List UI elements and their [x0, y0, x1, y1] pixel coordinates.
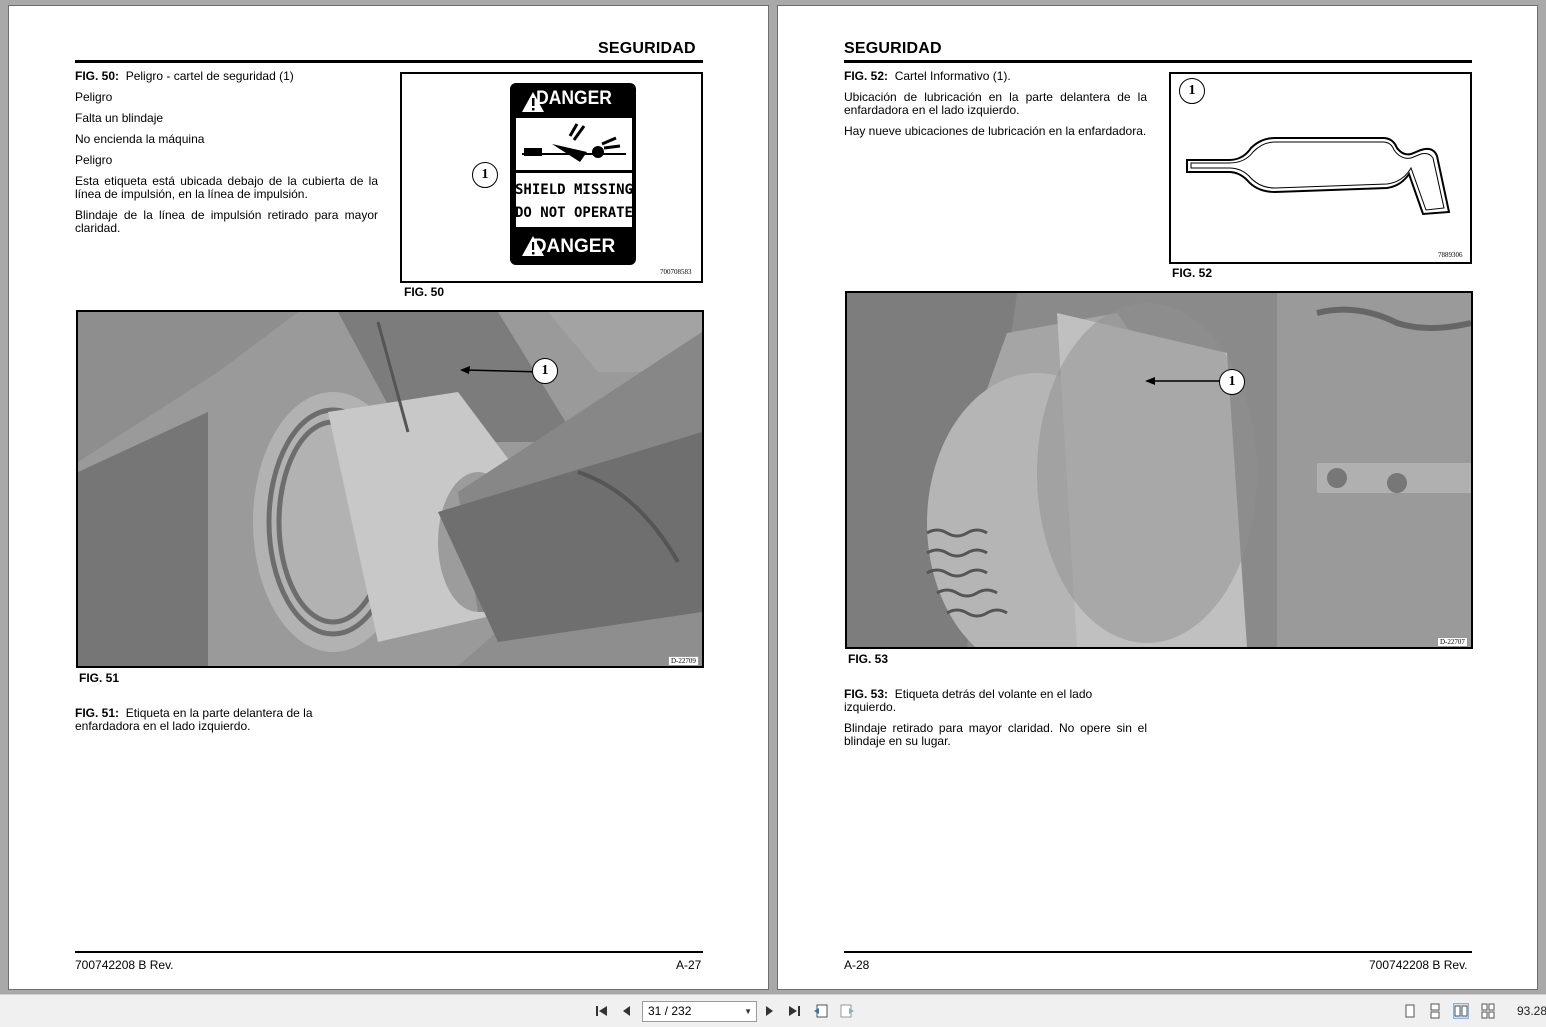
- fig51-ref: FIG. 51:: [75, 706, 120, 720]
- first-page-icon[interactable]: [593, 1002, 611, 1020]
- page-indicator: 31 / 232: [648, 1004, 692, 1018]
- page-number-select[interactable]: 31 / 232 ▼: [642, 1001, 757, 1022]
- fig52-title: Cartel Informativo (1).: [894, 69, 1011, 83]
- figure-code: 7889306: [1438, 251, 1463, 259]
- fig53-photo: 1 D-22707: [845, 291, 1473, 649]
- viewer-toolbar: 31 / 232 ▼ 93.28: [0, 994, 1546, 1027]
- sign-line1: SHIELD MISSING: [515, 182, 633, 198]
- last-page-icon[interactable]: [785, 1002, 803, 1020]
- pdf-page-right: SEGURIDAD FIG. 52: Cartel Informativo (1…: [777, 5, 1538, 990]
- header-rule: [844, 60, 1472, 63]
- fig50-ref: FIG. 50:: [75, 69, 120, 83]
- callout-1: 1: [1219, 369, 1245, 395]
- text-line: No encienda la máquina: [75, 132, 205, 146]
- footer-rule: [844, 951, 1472, 953]
- next-page-icon[interactable]: [760, 1002, 778, 1020]
- page-header: SEGURIDAD: [844, 40, 942, 57]
- text-line: Falta un blindaje: [75, 111, 164, 125]
- fig53-text-block: FIG. 53: Etiqueta detrás del volante en …: [844, 688, 1147, 756]
- fig50-box: DANGER SHIELD MISSING DO NOT OPERATE DAN…: [400, 72, 703, 283]
- chevron-down-icon: ▼: [744, 1007, 752, 1016]
- figure-code: 700708583: [660, 268, 692, 276]
- fig52-box: 1 7889306: [1169, 72, 1472, 264]
- fig51-caption: FIG. 51: [79, 671, 120, 685]
- fig50-title: Peligro - cartel de seguridad (1): [125, 69, 294, 83]
- flywheel-illustration: [847, 293, 1471, 647]
- footer-doc-number: 700742208 B Rev.: [75, 958, 174, 972]
- paragraph: Ubicación de lubricación en la parte del…: [844, 90, 1147, 117]
- footer-rule: [75, 951, 703, 953]
- single-page-view-icon[interactable]: [1402, 1003, 1418, 1019]
- callout-1: 1: [1179, 78, 1205, 104]
- lubrication-decal-outline: [1186, 137, 1451, 216]
- fig51-photo: 1 D-22709: [76, 310, 704, 668]
- footer-doc-number: 700742208 B Rev.: [1369, 958, 1468, 972]
- two-page-continuous-view-icon[interactable]: [1480, 1003, 1496, 1019]
- paragraph: Blindaje de la línea de impulsión retira…: [75, 208, 378, 235]
- footer-page-number: A-27: [676, 958, 702, 972]
- fig53-caption: FIG. 53: [848, 652, 889, 666]
- text-line: Peligro: [75, 153, 113, 167]
- sign-line2: DO NOT OPERATE: [515, 205, 633, 221]
- fig52-ref: FIG. 52:: [844, 69, 889, 83]
- prev-page-icon[interactable]: [618, 1002, 636, 1020]
- paragraph: Esta etiqueta está ubicada debajo de la …: [75, 174, 378, 201]
- callout-1: 1: [532, 358, 558, 384]
- fig50-text-block: FIG. 50: Peligro - cartel de seguridad (…: [75, 70, 378, 243]
- callout-arrow: [1145, 377, 1221, 385]
- paragraph: Hay nueve ubicaciones de lubricación en …: [844, 124, 1147, 138]
- figure-code: D-22709: [668, 656, 699, 666]
- header-rule: [75, 60, 703, 63]
- sign-bottom-word: DANGER: [533, 236, 616, 257]
- fig52-caption: FIG. 52: [1172, 266, 1213, 280]
- zoom-level[interactable]: 93.28: [1517, 1004, 1546, 1018]
- page-header: SEGURIDAD: [598, 40, 696, 57]
- continuous-view-icon[interactable]: [1427, 1003, 1443, 1019]
- driveline-illustration: [78, 312, 702, 666]
- text-line: Peligro: [75, 90, 113, 104]
- fig53-ref: FIG. 53:: [844, 687, 889, 701]
- two-page-view-icon[interactable]: [1453, 1003, 1469, 1019]
- sign-top-word: DANGER: [536, 86, 612, 108]
- danger-sign-illustration: DANGER SHIELD MISSING DO NOT OPERATE DAN…: [510, 83, 636, 265]
- callout-1: 1: [472, 162, 498, 188]
- fig50-caption: FIG. 50: [404, 285, 445, 299]
- prev-view-icon[interactable]: [812, 1002, 830, 1020]
- footer-page-number: A-28: [844, 958, 870, 972]
- pdf-page-left: SEGURIDAD FIG. 50: Peligro - cartel de s…: [8, 5, 769, 990]
- next-view-icon[interactable]: [838, 1002, 856, 1020]
- figure-code: D-22707: [1437, 637, 1468, 647]
- fig51-text-block: FIG. 51: Etiqueta en la parte delantera …: [75, 707, 378, 741]
- paragraph: Blindaje retirado para mayor claridad. N…: [844, 721, 1147, 748]
- fig52-text-block: FIG. 52: Cartel Informativo (1). Ubicaci…: [844, 70, 1147, 146]
